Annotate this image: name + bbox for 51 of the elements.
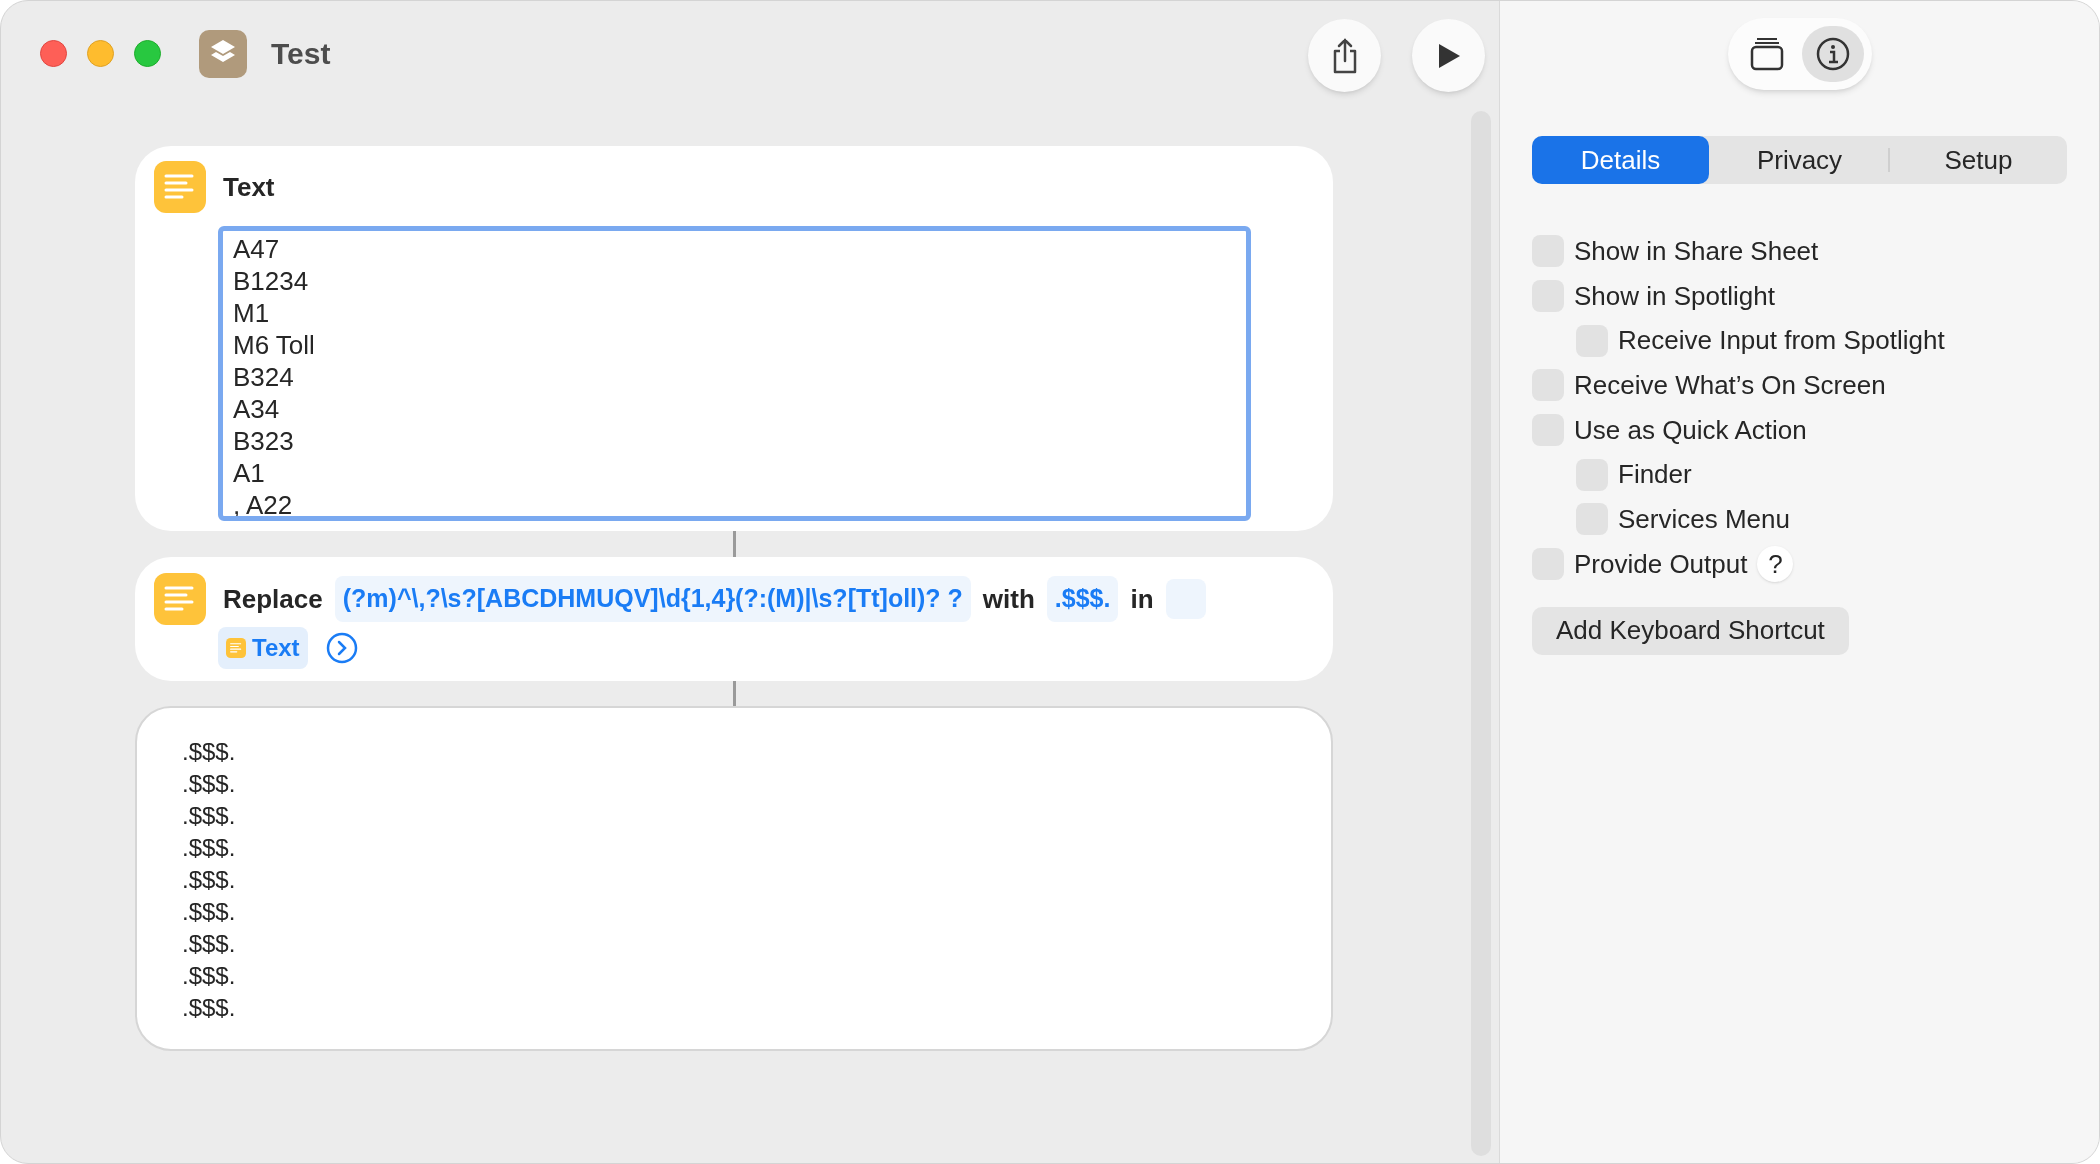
expand-button[interactable] — [325, 632, 358, 664]
minimize-button[interactable] — [87, 40, 114, 67]
stack-icon — [1748, 36, 1785, 72]
close-button[interactable] — [40, 40, 67, 67]
output-line: .$$$. — [182, 993, 237, 1023]
text-action-icon — [154, 573, 206, 625]
text-action-icon — [154, 161, 206, 213]
text-line: A34 — [233, 393, 281, 425]
option-label: Show in Share Sheet — [1574, 234, 1819, 268]
replacement-token[interactable]: .$$$. — [1046, 576, 1119, 622]
zoom-button[interactable] — [134, 40, 161, 67]
output-line: .$$$. — [182, 961, 237, 991]
option-label: Receive What’s On Screen — [1574, 368, 1886, 402]
pattern-token[interactable]: (?m)^\,?\s?[ABCDHMUQV]\d{1,4}(?:(M)|\s?[Tt]oll)? ? — [334, 576, 971, 622]
action-title: Text — [223, 170, 275, 204]
chevron-icon — [325, 632, 358, 664]
option-label: Use as Quick Action — [1574, 413, 1807, 447]
tab[interactable]: Privacy — [1711, 136, 1888, 184]
add-keyboard-shortcut-button[interactable]: Add Keyboard Shortcut — [1532, 606, 1849, 655]
option-label: Provide Output — [1574, 547, 1748, 581]
share-button[interactable] — [1308, 19, 1381, 92]
text-line: M6 Toll — [233, 329, 316, 361]
output-line: .$$$. — [182, 737, 237, 767]
text-line: B323 — [233, 425, 295, 457]
text-line: M1 — [233, 297, 271, 329]
option-label: Show in Spotlight — [1574, 279, 1775, 313]
text-line: A47 — [233, 233, 281, 265]
option-label: Services Menu — [1618, 502, 1790, 536]
option-label: Finder — [1618, 458, 1692, 492]
output-line: .$$$. — [182, 833, 237, 863]
tab[interactable]: Setup — [1890, 136, 2067, 184]
output-line: .$$$. — [182, 769, 237, 799]
info-icon — [1814, 36, 1851, 72]
text-line: B1234 — [233, 265, 310, 297]
text-action-icon — [226, 638, 246, 658]
text-line: A1 — [233, 457, 266, 489]
action-title: Replace — [223, 582, 323, 616]
info-button[interactable] — [1801, 26, 1864, 82]
run-button[interactable] — [1412, 19, 1485, 92]
action-label: in — [1130, 582, 1154, 616]
output-line: .$$$. — [182, 865, 237, 895]
action-label: with — [982, 582, 1035, 616]
option-label: Receive Input from Spotlight — [1618, 324, 1945, 358]
tab[interactable]: Details — [1532, 136, 1709, 184]
output-line: .$$$. — [182, 929, 237, 959]
shortcut-app-icon — [199, 29, 247, 78]
output-line: .$$$. — [182, 801, 237, 831]
text-line: B324 — [233, 361, 295, 393]
output-line: .$$$. — [182, 897, 237, 927]
window-title: Test — [271, 36, 331, 72]
help-button[interactable]: ? — [1757, 546, 1794, 583]
